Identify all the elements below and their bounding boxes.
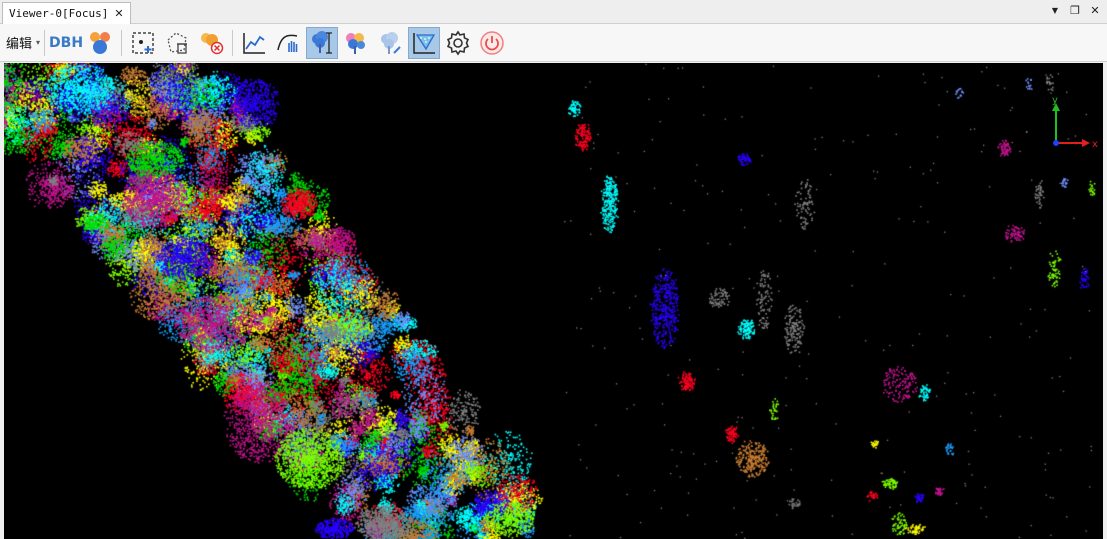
power-button[interactable] — [476, 27, 508, 59]
add-point-icon — [132, 31, 154, 54]
chevron-down-icon: ▾ — [36, 38, 41, 47]
point-cloud-viewport[interactable]: y x — [4, 63, 1103, 539]
dbh-button[interactable]: DBH — [49, 27, 84, 59]
power-icon — [480, 30, 504, 55]
funnel-filter-button[interactable] — [408, 26, 441, 59]
toolbar: 编辑 ▾ DBH — [0, 24, 1107, 62]
y-axis-label: y — [1052, 95, 1058, 106]
edit-menu[interactable]: 编辑 ▾ — [6, 33, 40, 52]
tree-split-button[interactable] — [340, 27, 372, 59]
toolbar-separator — [44, 29, 46, 56]
tab-close-icon[interactable]: ✕ — [114, 8, 123, 19]
tree-height-button[interactable] — [306, 26, 339, 59]
polygon-delete-button[interactable] — [161, 27, 193, 59]
remove-cloud-icon — [201, 32, 224, 54]
funnel-filter-icon — [413, 32, 436, 54]
polygon-delete-icon — [167, 31, 188, 54]
hand-curve-icon — [277, 34, 298, 52]
tab-title: Viewer-0[Focus] — [9, 7, 109, 20]
tree-split-icon — [346, 32, 366, 54]
colorize-clusters-button[interactable] — [84, 27, 116, 59]
settings-gear-button[interactable] — [442, 27, 474, 59]
window-restore-icon[interactable]: ❐ — [1069, 4, 1081, 17]
viewer-window: Viewer-0[Focus] ✕ ▼ ❐ ✕ 编辑 ▾ DBH y x — [0, 0, 1107, 539]
tree-height-icon — [312, 30, 333, 54]
tree-edit-icon — [381, 31, 401, 54]
window-controls: ▼ ❐ ✕ — [1049, 4, 1101, 17]
window-menu-icon[interactable]: ▼ — [1049, 4, 1061, 17]
tab-viewer-0[interactable]: Viewer-0[Focus] ✕ — [2, 2, 131, 24]
toolbar-separator — [232, 29, 234, 56]
dbh-label: DBH — [49, 34, 84, 51]
axis-gizmo: y x — [1052, 95, 1098, 150]
x-axis-arrow — [1082, 139, 1090, 147]
colorize-clusters-icon — [90, 31, 111, 54]
x-axis-label: x — [1092, 139, 1098, 150]
hand-curve-button[interactable] — [272, 27, 304, 59]
remove-cloud-button[interactable] — [195, 27, 227, 59]
profile-line-button[interactable] — [238, 27, 270, 59]
tab-bar: Viewer-0[Focus] ✕ ▼ ❐ ✕ — [0, 0, 1107, 24]
edit-menu-label: 编辑 — [6, 37, 33, 52]
point-cloud-canvas[interactable] — [4, 63, 1103, 539]
profile-line-icon — [243, 32, 266, 54]
window-close-icon[interactable]: ✕ — [1089, 4, 1101, 17]
add-point-button[interactable] — [127, 27, 159, 59]
toolbar-separator — [121, 29, 123, 56]
tree-edit-button[interactable] — [374, 27, 406, 59]
settings-gear-icon — [446, 30, 470, 55]
z-axis-dot — [1053, 140, 1059, 146]
